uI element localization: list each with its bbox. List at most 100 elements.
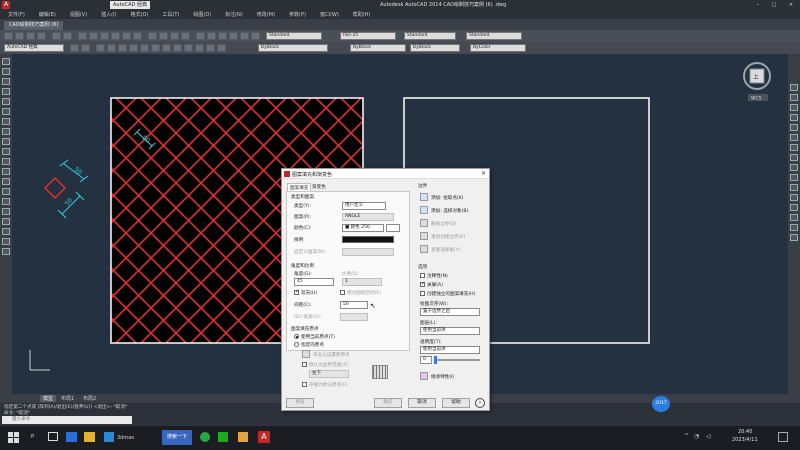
spacing-input[interactable]: 50 <box>340 301 368 309</box>
redo-icon[interactable] <box>63 32 72 40</box>
table-icon[interactable] <box>2 228 10 235</box>
design-center-icon[interactable] <box>111 32 120 40</box>
move-icon[interactable] <box>790 134 798 141</box>
menu-item[interactable]: 插入(I) <box>101 11 116 18</box>
custom-pattern-select[interactable] <box>342 248 394 256</box>
file-tab[interactable]: CAD绘制技巧案例 (6) <box>4 21 64 30</box>
construction-line-icon[interactable] <box>2 68 10 75</box>
network-icon[interactable]: ◔ <box>694 433 699 440</box>
color-select[interactable]: ■ 颜色 250 <box>342 224 384 232</box>
clock-time[interactable]: 20:40 <box>738 429 752 435</box>
app-3dmax-icon[interactable] <box>104 432 114 442</box>
line-icon[interactable] <box>2 58 10 65</box>
preview-button[interactable]: 预览 <box>286 398 314 408</box>
break-icon[interactable] <box>790 194 798 201</box>
multileader-style-select[interactable]: Standard <box>466 32 522 40</box>
offset-icon[interactable] <box>790 114 798 121</box>
layer-merge-icon[interactable] <box>195 44 204 52</box>
menu-item[interactable]: 参数(P) <box>289 11 306 18</box>
dialog-close-icon[interactable]: × <box>481 170 486 177</box>
volume-icon[interactable]: ◁ <box>706 433 711 440</box>
layer-color-icon[interactable] <box>140 44 149 52</box>
menu-item[interactable]: 帮助(H) <box>353 11 371 18</box>
layer-on-icon[interactable] <box>107 44 116 52</box>
arc-icon[interactable] <box>2 108 10 115</box>
menu-item[interactable]: 窗口(W) <box>320 11 339 18</box>
settings-icon[interactable] <box>70 44 79 52</box>
layer-select[interactable]: 使用当前项 <box>420 327 480 335</box>
array-icon[interactable] <box>790 124 798 131</box>
layer-previous-icon[interactable] <box>151 44 160 52</box>
default-extent-checkbox[interactable] <box>302 362 307 367</box>
chamfer-icon[interactable] <box>790 214 798 221</box>
menu-item[interactable]: 修改(M) <box>257 11 275 18</box>
tab-layout1[interactable]: 布局1 <box>58 395 77 402</box>
new-icon[interactable] <box>4 32 13 40</box>
insert-block-icon[interactable] <box>2 168 10 175</box>
associative-checkbox[interactable] <box>420 281 425 287</box>
relative-paper-checkbox[interactable] <box>340 290 345 295</box>
transparency-value[interactable]: 0 <box>420 356 432 364</box>
ellipse-arc-icon[interactable] <box>2 158 10 165</box>
bg-color-select[interactable] <box>386 224 400 232</box>
properties-icon[interactable] <box>100 32 109 40</box>
menu-item[interactable]: 标注(N) <box>225 11 243 18</box>
view-select-label[interactable]: 查看选择集(V) <box>431 247 461 253</box>
add-select-label[interactable]: 添加: 选择对象(B) <box>431 208 468 214</box>
iso-pen-select[interactable] <box>340 313 368 321</box>
angle-select[interactable]: 45 <box>294 278 334 286</box>
browser-icon[interactable] <box>200 432 210 442</box>
add-pick-icon[interactable] <box>420 193 428 201</box>
lineweight-control[interactable]: ByBlock <box>410 44 460 52</box>
scale-icon[interactable] <box>790 154 798 161</box>
polar-icon[interactable] <box>240 32 249 40</box>
tool-palette-icon[interactable] <box>122 32 131 40</box>
use-current-origin-radio[interactable] <box>294 334 299 339</box>
transparency-slider[interactable] <box>435 359 480 361</box>
layer-walk-icon[interactable] <box>173 44 182 52</box>
transparency-select[interactable]: 使用当前项 <box>420 346 480 354</box>
draw-order-select[interactable]: 置于边界之后 <box>420 308 480 316</box>
separate-hatch-checkbox[interactable] <box>420 291 425 296</box>
table-style-select[interactable]: Standard <box>404 32 456 40</box>
annotative-checkbox[interactable] <box>420 273 425 278</box>
print-icon[interactable] <box>37 32 46 40</box>
lineweight-icon[interactable] <box>251 32 260 40</box>
layer-copy-icon[interactable] <box>217 44 226 52</box>
osnap-icon[interactable] <box>207 32 216 40</box>
inherit-icon[interactable] <box>420 372 428 380</box>
extend-icon[interactable] <box>790 184 798 191</box>
open-icon[interactable] <box>15 32 24 40</box>
menu-item[interactable]: 编辑(E) <box>39 11 56 18</box>
erase-icon[interactable] <box>790 84 798 91</box>
more-options-icon[interactable]: › <box>475 398 485 408</box>
dim-style-select[interactable]: ISO-25 <box>340 32 396 40</box>
app-3dmax-label[interactable]: 3dmax <box>117 430 134 446</box>
menu-item[interactable]: 工具(T) <box>162 11 179 18</box>
scale-select[interactable]: 1 <box>342 278 382 286</box>
task-view-icon[interactable] <box>48 432 58 441</box>
circle-icon[interactable] <box>2 118 10 125</box>
view-select-icon[interactable] <box>420 245 428 253</box>
set-origin-icon[interactable] <box>302 350 310 358</box>
color-control[interactable]: ByBlock <box>258 44 328 52</box>
tab-layout2[interactable]: 布局2 <box>80 395 99 402</box>
workspace-icon[interactable] <box>81 44 90 52</box>
add-select-icon[interactable] <box>420 206 428 214</box>
rotate-icon[interactable] <box>790 144 798 151</box>
layer-match-icon[interactable] <box>184 44 193 52</box>
add-pick-label[interactable]: 添加: 拾取点(K) <box>431 195 464 201</box>
polygon-icon[interactable] <box>2 88 10 95</box>
revcloud-icon[interactable] <box>2 128 10 135</box>
workspace-quick-select[interactable]: AutoCAD 经典 <box>110 1 150 9</box>
recreate-border-icon[interactable] <box>420 232 428 240</box>
inherit-label[interactable]: 继承特性(I) <box>431 374 454 380</box>
layer-state-icon[interactable] <box>96 44 105 52</box>
sample-diamond[interactable] <box>43 176 67 200</box>
help-button[interactable]: 帮助 <box>442 398 470 408</box>
ok-button[interactable]: 确定 <box>374 398 402 408</box>
cancel-button[interactable]: 取消 <box>408 398 436 408</box>
region-icon[interactable] <box>2 218 10 225</box>
menu-item[interactable]: 绘图(D) <box>193 11 211 18</box>
rectangle-icon[interactable] <box>2 98 10 105</box>
